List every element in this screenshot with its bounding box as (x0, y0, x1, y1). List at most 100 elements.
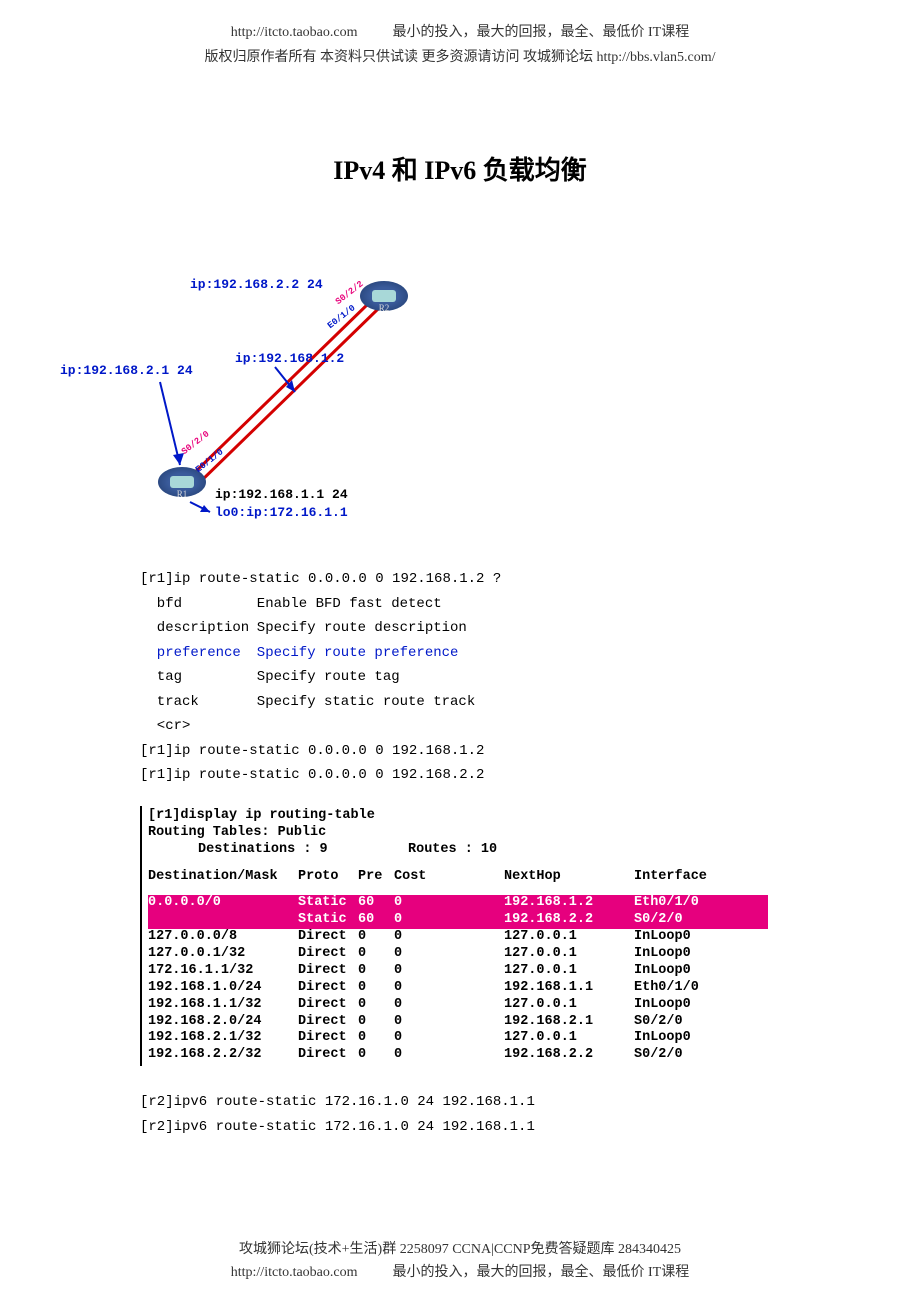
rt-proto: Direct (298, 997, 358, 1014)
rt-pre: 0 (358, 1030, 394, 1047)
footer-slogan: 最小的投入，最大的回报，最全、最低价 IT课程 (393, 1265, 690, 1280)
header-copyright: 版权归原作者所有 本资料只供试读 更多资源请访问 攻城狮论坛 http://bb… (205, 50, 716, 65)
rt-next: 127.0.0.1 (504, 997, 634, 1014)
table-row: 192.168.1.1/32Direct00127.0.0.1InLoop0 (148, 997, 768, 1014)
rt-next: 127.0.0.1 (504, 946, 634, 963)
rt-cost: 0 (394, 946, 504, 963)
table-row: 192.168.2.1/32Direct00127.0.0.1InLoop0 (148, 1030, 768, 1047)
rt-cost: 0 (394, 997, 504, 1014)
rt-proto: Direct (298, 980, 358, 997)
label-ip21: ip:192.168.2.1 24 (60, 363, 193, 378)
label-ip11: ip:192.168.1.1 24 (215, 487, 348, 502)
rt-next: 127.0.0.1 (504, 1030, 634, 1047)
cli2-cmd2: [r2]ipv6 route-static 172.16.1.0 24 192.… (140, 1115, 780, 1140)
table-row: 127.0.0.1/32Direct00127.0.0.1InLoop0 (148, 946, 768, 963)
rt-cost: 0 (394, 912, 504, 929)
rt-if: InLoop0 (634, 1030, 734, 1047)
cli-option-key: tag (157, 665, 257, 690)
rt-routes-count: Routes : 10 (408, 842, 497, 859)
cli-option-desc: Specify static route track (257, 690, 475, 715)
rt-if: Eth0/1/0 (634, 895, 734, 912)
rt-next: 127.0.0.1 (504, 963, 634, 980)
cli-option-row: preferenceSpecify route preference (157, 641, 780, 666)
cli-option-desc: Enable BFD fast detect (257, 592, 442, 617)
rt-cost: 0 (394, 963, 504, 980)
rt-pre: 0 (358, 929, 394, 946)
rt-pre: 0 (358, 980, 394, 997)
rt-dest: 172.16.1.1/32 (148, 963, 298, 980)
cli-cmd1: [r1]ip route-static 0.0.0.0 0 192.168.1.… (140, 739, 780, 764)
cli-option-row: <cr> (157, 714, 780, 739)
cli-option-row: trackSpecify static route track (157, 690, 780, 715)
rt-if: S0/2/0 (634, 1047, 734, 1064)
cli-option-row: descriptionSpecify route description (157, 616, 780, 641)
label-ip12: ip:192.168.1.2 (235, 351, 344, 366)
rt-header-row: Destination/Mask Proto Pre Cost NextHop … (148, 869, 768, 886)
cli-option-key: preference (157, 641, 257, 666)
rt-line2: Routing Tables: Public (148, 825, 768, 842)
header-slogan: 最小的投入，最大的回报，最全、最低价 IT课程 (393, 25, 690, 40)
rt-line1: [r1]display ip routing-table (148, 808, 768, 825)
rt-dest-count: Destinations : 9 (198, 842, 408, 859)
footer-url: http://itcto.taobao.com (231, 1265, 358, 1280)
rt-dest: 127.0.0.1/32 (148, 946, 298, 963)
rt-cost: 0 (394, 929, 504, 946)
rt-dest: 192.168.2.2/32 (148, 1047, 298, 1064)
cli-option-desc: Specify route preference (257, 641, 459, 666)
rt-pre: 0 (358, 1047, 394, 1064)
rt-dest: 192.168.2.1/32 (148, 1030, 298, 1047)
rt-proto: Direct (298, 946, 358, 963)
rt-next: 127.0.0.1 (504, 929, 634, 946)
rt-h-cost: Cost (394, 869, 504, 886)
rt-next: 192.168.2.2 (504, 912, 634, 929)
rt-pre: 0 (358, 1014, 394, 1031)
rt-cost: 0 (394, 895, 504, 912)
rt-pre: 60 (358, 912, 394, 929)
cli-prompt-line: [r1]ip route-static 0.0.0.0 0 192.168.1.… (140, 567, 780, 592)
cli-option-row: bfdEnable BFD fast detect (157, 592, 780, 617)
rt-next: 192.168.1.1 (504, 980, 634, 997)
header-url: http://itcto.taobao.com (231, 25, 358, 40)
rt-proto: Static (298, 895, 358, 912)
table-row: 192.168.2.2/32Direct00192.168.2.2S0/2/0 (148, 1047, 768, 1064)
page-header: http://itcto.taobao.com 最小的投入，最大的回报，最全、最… (0, 20, 920, 70)
cli-block-1: [r1]ip route-static 0.0.0.0 0 192.168.1.… (140, 567, 780, 788)
rt-h-if: Interface (634, 869, 734, 886)
rt-cost: 0 (394, 1014, 504, 1031)
rt-next: 192.168.2.1 (504, 1014, 634, 1031)
rt-if: InLoop0 (634, 946, 734, 963)
rt-cost: 0 (394, 1030, 504, 1047)
cli-block-2: [r2]ipv6 route-static 172.16.1.0 24 192.… (140, 1090, 780, 1139)
rt-pre: 0 (358, 997, 394, 1014)
network-diagram: R1 R2 ip:192.168.2.2 24 ip:192.168.2.1 2… (140, 277, 400, 537)
rt-if: S0/2/0 (634, 912, 734, 929)
footer-line1: 攻城狮论坛(技术+生活)群 2258097 CCNA|CCNP免费答疑题库 28… (239, 1242, 681, 1257)
label-lo0: lo0:ip:172.16.1.1 (215, 505, 348, 520)
cli-option-key: track (157, 690, 257, 715)
rt-h-next: NextHop (504, 869, 634, 886)
cli-option-key: description (157, 616, 257, 641)
rt-dest: 192.168.2.0/24 (148, 1014, 298, 1031)
rt-proto: Direct (298, 1014, 358, 1031)
rt-dest: 0.0.0.0/0 (148, 895, 298, 912)
router-r2: R2 (360, 281, 408, 311)
rt-proto: Direct (298, 963, 358, 980)
rt-if: InLoop0 (634, 963, 734, 980)
rt-h-dest: Destination/Mask (148, 869, 298, 886)
rt-cost: 0 (394, 980, 504, 997)
cli-option-row: tagSpecify route tag (157, 665, 780, 690)
table-row: 127.0.0.0/8Direct00127.0.0.1InLoop0 (148, 929, 768, 946)
table-row: 192.168.1.0/24Direct00192.168.1.1Eth0/1/… (148, 980, 768, 997)
page-title: IPv4 和 IPv6 负载均衡 (0, 150, 920, 187)
rt-proto: Static (298, 912, 358, 929)
cli2-cmd1: [r2]ipv6 route-static 172.16.1.0 24 192.… (140, 1090, 780, 1115)
rt-dest: 127.0.0.0/8 (148, 929, 298, 946)
rt-proto: Direct (298, 1047, 358, 1064)
table-row: 192.168.2.0/24Direct00192.168.2.1S0/2/0 (148, 1014, 768, 1031)
rt-h-proto: Proto (298, 869, 358, 886)
rt-cost: 0 (394, 1047, 504, 1064)
rt-if: Eth0/1/0 (634, 980, 734, 997)
cli-option-key: bfd (157, 592, 257, 617)
rt-if: InLoop0 (634, 997, 734, 1014)
cli-option-desc: Specify route tag (257, 665, 400, 690)
